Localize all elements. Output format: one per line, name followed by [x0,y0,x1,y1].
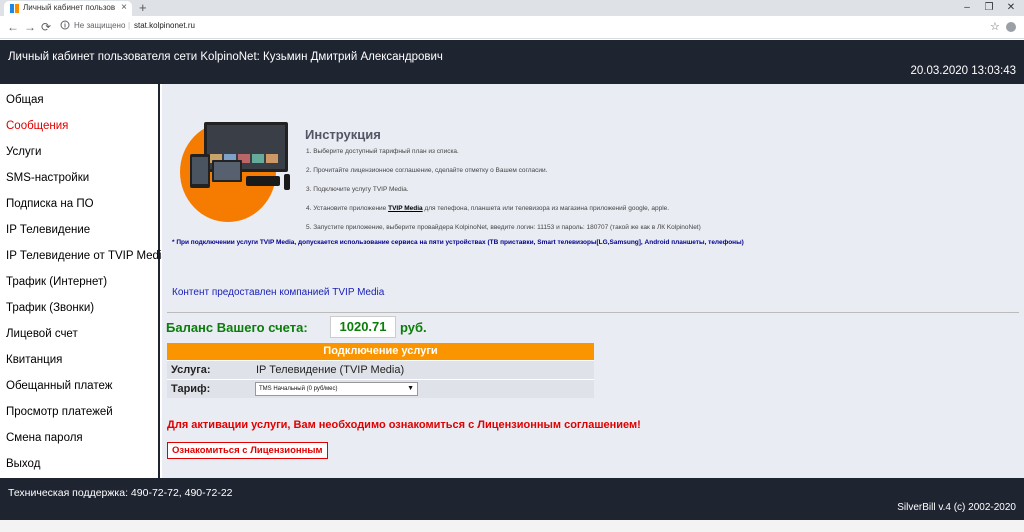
browser-tab[interactable]: Личный кабинет пользовател × [4,1,132,16]
reload-icon[interactable]: ⟳ [41,20,51,34]
step-4-text-after: для телефона, планшета или телевизора из… [422,205,670,212]
device-limit-note: * При подключении услуги TVIP Media, доп… [172,239,744,246]
new-tab-icon[interactable]: + [139,0,147,16]
window-restore-icon[interactable]: ❐ [978,1,1000,14]
back-icon[interactable]: ← [7,20,19,34]
page-bottom-area [0,520,1024,532]
site-favicon-icon [10,4,19,13]
read-license-button[interactable]: Ознакомиться с Лицензионным [167,442,328,459]
instruction-title: Инструкция [305,127,381,142]
page-footer: Техническая поддержка: 490-72-72, 490-72… [0,478,1024,520]
not-secure-label: Не защищено [74,21,126,30]
tab-close-icon[interactable]: × [121,2,127,14]
sidebar-item-general[interactable]: Общая [6,94,44,106]
sidebar-item-traffic-calls[interactable]: Трафик (Звонки) [6,302,94,314]
service-value: IP Телевидение (TVIP Media) [256,364,405,376]
sidebar-menu: Общая Сообщения Услуги SMS-настройки Под… [0,84,168,478]
balance-label: Баланс Вашего счета: [166,320,308,335]
main-content: Инструкция 1. Выберите доступный тарифны… [162,84,1024,478]
support-phones: Техническая поддержка: 490-72-72, 490-72… [8,487,233,499]
balance-currency: руб. [400,320,427,335]
sidebar-item-messages[interactable]: Сообщения [6,120,68,132]
tariff-selected-value: TMS Начальный (0 руб/мес) [259,386,338,392]
forward-icon[interactable]: → [24,20,36,34]
tab-title: Личный кабинет пользовател [23,3,115,12]
sidebar-item-iptv[interactable]: IP Телевидение [6,224,90,236]
browser-toolbar: ← → ⟳ Не защищено | stat.kolpinonet.ru ☆ [0,16,1024,39]
balance-value: 1020.71 [330,316,396,338]
page-header: Личный кабинет пользователя сети Kolpino… [0,40,1024,84]
sidebar-item-traffic-internet[interactable]: Трафик (Интернет) [6,276,107,288]
window-minimize-icon[interactable]: – [956,1,978,14]
content-provider-link[interactable]: Контент предоставлен компанией TVIP Medi… [172,287,384,298]
instruction-step-1: 1. Выберите доступный тарифный план из с… [306,148,459,155]
page-title: Личный кабинет пользователя сети Kolpino… [8,51,443,63]
bookmark-star-icon[interactable]: ☆ [990,20,1000,33]
service-row: Услуга: IP Телевидение (TVIP Media) [167,360,594,379]
profile-avatar-icon[interactable] [1006,22,1016,32]
address-separator: | [128,21,131,30]
address-bar[interactable]: Не защищено | stat.kolpinonet.ru [60,19,972,36]
content-divider [167,312,1019,313]
sidebar-item-promised-payment[interactable]: Обещанный платеж [6,380,112,392]
billing-version: SilverBill v.4 (c) 2002-2020 [897,502,1016,513]
sidebar-item-sms-settings[interactable]: SMS-настройки [6,172,89,184]
sidebar-item-logout[interactable]: Выход [6,458,40,470]
sidebar-item-payments-view[interactable]: Просмотр платежей [6,406,113,418]
tvip-devices-illustration [180,122,290,222]
sidebar-item-software-subscription[interactable]: Подписка на ПО [6,198,94,210]
step-4-text-before: 4. Установите приложение [306,205,389,212]
sidebar-item-iptv-tvip[interactable]: IP Телевидение от TVIP Media [6,250,168,262]
dropdown-arrow-icon: ▼ [407,385,414,392]
tariff-row: Тариф: TMS Начальный (0 руб/мес) ▼ [167,379,594,398]
instruction-panel: Инструкция 1. Выберите доступный тарифны… [162,92,1024,314]
tariff-label: Тариф: [171,383,211,395]
tvip-media-app-link[interactable]: TVIP Media [388,205,423,212]
service-connection-header: Подключение услуги [167,343,594,360]
sidebar-item-receipt[interactable]: Квитанция [6,354,62,366]
info-icon[interactable] [60,20,70,30]
sidebar-item-account[interactable]: Лицевой счет [6,328,78,340]
sidebar-item-change-password[interactable]: Смена пароля [6,432,83,444]
instruction-step-4: 4. Установите приложение TVIP Media для … [306,205,669,212]
instruction-step-3: 3. Подключите услугу TVIP Media. [306,186,409,193]
browser-tabstrip: Личный кабинет пользовател × + – ❐ ✕ [0,0,1024,16]
header-datetime: 20.03.2020 13:03:43 [910,65,1016,77]
instruction-step-2: 2. Прочитайте лицензионное соглашение, с… [306,167,548,174]
service-connection-table: Подключение услуги Услуга: IP Телевидени… [167,343,594,398]
instruction-step-5: 5. Запустите приложение, выберите провай… [306,224,701,231]
license-warning: Для активации услуги, Вам необходимо озн… [167,419,641,431]
sidebar-item-services[interactable]: Услуги [6,146,41,158]
window-close-icon[interactable]: ✕ [1000,1,1022,14]
service-label: Услуга: [171,364,211,376]
address-url[interactable]: stat.kolpinonet.ru [134,21,195,30]
tariff-select[interactable]: TMS Начальный (0 руб/мес) ▼ [255,382,418,396]
